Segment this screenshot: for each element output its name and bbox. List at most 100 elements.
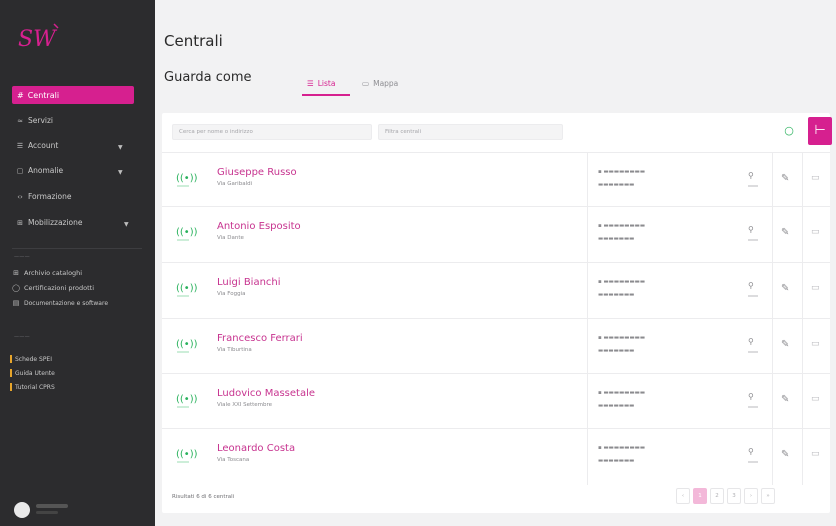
pin-icon[interactable]: ⚲ bbox=[748, 281, 754, 290]
app-logo[interactable]: SW bbox=[14, 18, 74, 58]
row-address: Via Tiburtina bbox=[217, 347, 252, 353]
divider bbox=[587, 263, 588, 319]
page-button[interactable]: 3 bbox=[727, 488, 741, 504]
row-info-primary: ▪ ▬▬▬▬▬▬▬▬ bbox=[598, 335, 646, 341]
avatar[interactable] bbox=[14, 502, 30, 518]
add-button[interactable]: ⊢ bbox=[808, 117, 832, 145]
sidebar-item-formazione[interactable]: ‹› Formazione bbox=[16, 192, 71, 201]
sidebar-link-tutorial[interactable]: Tutorial CPRS bbox=[10, 383, 55, 391]
row-name[interactable]: Francesco Ferrari bbox=[217, 333, 303, 344]
sidebar-link-guida[interactable]: Guida Utente bbox=[10, 369, 55, 377]
row-name[interactable]: Giuseppe Russo bbox=[217, 167, 297, 178]
signal-icon: ((•)) bbox=[176, 283, 198, 294]
edit-icon[interactable]: ✎ bbox=[781, 227, 789, 238]
page-title: Centrali bbox=[164, 32, 223, 50]
sidebar-link-schede[interactable]: Schede SPEI bbox=[10, 355, 52, 363]
delete-icon[interactable]: ▭ bbox=[811, 394, 820, 404]
sidebar-item-documentazione[interactable]: ▤ Documentazione e software bbox=[12, 299, 108, 307]
divider bbox=[587, 207, 588, 263]
delete-icon[interactable]: ▭ bbox=[811, 449, 820, 459]
row-info-secondary: ▬▬▬▬▬▬▬ bbox=[598, 458, 635, 464]
pin-icon[interactable]: ⚲ bbox=[748, 171, 754, 180]
page-button[interactable]: » bbox=[761, 488, 775, 504]
page-button[interactable]: › bbox=[744, 488, 758, 504]
signal-icon: ((•)) bbox=[176, 449, 198, 460]
row-info-secondary: ▬▬▬▬▬▬▬ bbox=[598, 236, 635, 242]
logo-icon: SW bbox=[18, 23, 59, 52]
list-icon: ☰ bbox=[16, 141, 24, 150]
results-count: Risultati 6 di 6 centrali bbox=[172, 494, 235, 500]
table-row[interactable]: ((•)) Luigi Bianchi Via Foggia ▪ ▬▬▬▬▬▬▬… bbox=[162, 262, 830, 319]
page-button[interactable]: 1 bbox=[693, 488, 707, 504]
chevron-down-icon[interactable]: ▼ bbox=[118, 144, 123, 151]
row-name[interactable]: Luigi Bianchi bbox=[217, 277, 281, 288]
pin-icon[interactable]: ⚲ bbox=[748, 392, 754, 401]
tab-lista[interactable]: ☰ Lista bbox=[307, 79, 335, 88]
tab-label: Mappa bbox=[373, 79, 399, 88]
table-row[interactable]: ((•)) Antonio Esposito Via Dante ▪ ▬▬▬▬▬… bbox=[162, 206, 830, 263]
divider bbox=[587, 429, 588, 485]
divider bbox=[587, 374, 588, 430]
divider bbox=[772, 374, 773, 430]
row-info-primary: ▪ ▬▬▬▬▬▬▬▬ bbox=[598, 390, 646, 396]
edit-icon[interactable]: ✎ bbox=[781, 449, 789, 460]
status-bar bbox=[177, 295, 189, 297]
grid-icon: ⊞ bbox=[13, 269, 19, 277]
pin-icon[interactable]: ⚲ bbox=[748, 225, 754, 234]
status-bar bbox=[177, 351, 189, 353]
table-row[interactable]: ((•)) Ludovico Massetale Viale XXI Sette… bbox=[162, 373, 830, 430]
delete-icon[interactable]: ▭ bbox=[811, 339, 820, 349]
divider bbox=[802, 429, 803, 485]
sidebar-item-label: Mobilizzazione bbox=[28, 218, 83, 227]
row-address: Viale XXI Settembre bbox=[217, 402, 273, 408]
link-marker-icon bbox=[10, 355, 12, 363]
table-row[interactable]: ((•)) Leonardo Costa Via Toscana ▪ ▬▬▬▬▬… bbox=[162, 428, 830, 485]
box-icon: ▢ bbox=[16, 166, 24, 175]
page-button[interactable]: 2 bbox=[710, 488, 724, 504]
page-button[interactable]: ‹ bbox=[676, 488, 690, 504]
section-label: ——— bbox=[14, 254, 30, 260]
delete-icon[interactable]: ▭ bbox=[811, 227, 820, 237]
search-input[interactable]: Cerca per nome o indirizzo bbox=[172, 124, 372, 140]
status-bar bbox=[177, 185, 189, 187]
delete-icon[interactable]: ▭ bbox=[811, 173, 820, 183]
pin-label bbox=[748, 239, 758, 241]
doc-icon: ◯ bbox=[12, 284, 20, 292]
doc-icon: ▤ bbox=[12, 299, 20, 307]
user-role bbox=[36, 511, 58, 514]
row-name[interactable]: Leonardo Costa bbox=[217, 443, 295, 454]
sidebar-item-servizi[interactable]: ≈ Servizi bbox=[16, 116, 53, 125]
row-info-secondary: ▬▬▬▬▬▬▬ bbox=[598, 348, 635, 354]
table-row[interactable]: ((•)) Giuseppe Russo Via Garibaldi ▪ ▬▬▬… bbox=[162, 152, 830, 209]
chevron-down-icon[interactable]: ▼ bbox=[124, 221, 129, 228]
divider bbox=[772, 207, 773, 263]
table-row[interactable]: ((•)) Francesco Ferrari Via Tiburtina ▪ … bbox=[162, 318, 830, 375]
delete-icon[interactable]: ▭ bbox=[811, 283, 820, 293]
refresh-icon[interactable]: ○ bbox=[782, 124, 796, 138]
pin-icon[interactable]: ⚲ bbox=[748, 447, 754, 456]
filter-input[interactable]: Filtra centrali bbox=[378, 124, 563, 140]
sidebar-item-mobilizzazione[interactable]: ⊞ Mobilizzazione bbox=[16, 218, 83, 227]
edit-icon[interactable]: ✎ bbox=[781, 173, 789, 184]
signal-icon: ((•)) bbox=[176, 394, 198, 405]
pin-icon[interactable]: ⚲ bbox=[748, 337, 754, 346]
sidebar-item-anomalie[interactable]: ▢ Anomalie bbox=[16, 166, 63, 175]
divider bbox=[587, 153, 588, 209]
sidebar-item-centrali[interactable]: # Centrali bbox=[12, 86, 134, 104]
sidebar-item-label: Formazione bbox=[28, 192, 72, 201]
sidebar-item-archivio[interactable]: ⊞ Archivio cataloghi bbox=[12, 269, 82, 277]
tab-mappa[interactable]: ▭ Mappa bbox=[362, 79, 398, 88]
signal-icon: ((•)) bbox=[176, 173, 198, 184]
edit-icon[interactable]: ✎ bbox=[781, 283, 789, 294]
pagination: ‹ 1 2 3 ›» bbox=[676, 488, 775, 504]
divider bbox=[772, 429, 773, 485]
edit-icon[interactable]: ✎ bbox=[781, 339, 789, 350]
sidebar-item-account[interactable]: ☰ Account bbox=[16, 141, 58, 150]
edit-icon[interactable]: ✎ bbox=[781, 394, 789, 405]
row-name[interactable]: Antonio Esposito bbox=[217, 221, 301, 232]
view-label: Guarda come bbox=[164, 70, 252, 85]
chevron-down-icon[interactable]: ▼ bbox=[118, 169, 123, 176]
sidebar-item-certificazioni[interactable]: ◯ Certificazioni prodotti bbox=[12, 284, 94, 292]
row-name[interactable]: Ludovico Massetale bbox=[217, 388, 315, 399]
sidebar-item-label: Centrali bbox=[27, 90, 60, 100]
